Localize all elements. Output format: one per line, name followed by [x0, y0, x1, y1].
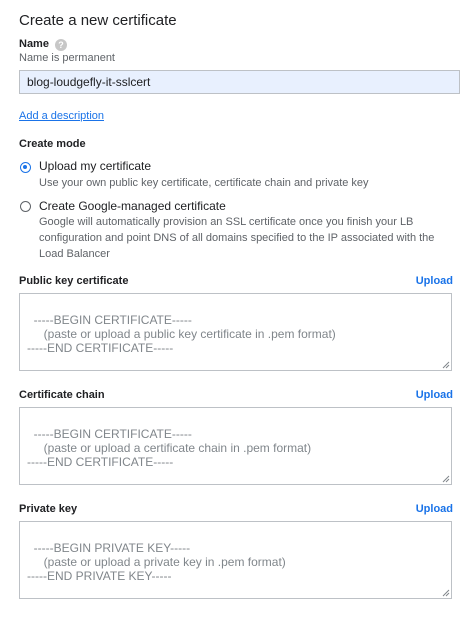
radio-google-managed-description: Google will automatically provision an S…	[39, 216, 435, 260]
add-description-link[interactable]: Add a description	[19, 110, 104, 122]
certificate-chain-textarea[interactable]: -----BEGIN CERTIFICATE----- (paste or up…	[19, 407, 452, 485]
radio-upload-certificate[interactable]	[20, 162, 31, 173]
name-input[interactable]	[19, 70, 460, 94]
private-key-placeholder: -----BEGIN PRIVATE KEY----- (paste or up…	[27, 541, 286, 583]
public-key-upload-button[interactable]: Upload	[416, 275, 453, 287]
private-key-textarea[interactable]: -----BEGIN PRIVATE KEY----- (paste or up…	[19, 521, 452, 599]
private-key-label: Private key	[19, 503, 78, 515]
page-title: Create a new certificate	[19, 12, 177, 29]
create-mode-label: Create mode	[19, 138, 86, 150]
resize-handle-icon[interactable]	[442, 361, 450, 369]
name-hint: Name is permanent	[19, 52, 115, 64]
certificate-chain-placeholder: -----BEGIN CERTIFICATE----- (paste or up…	[27, 427, 312, 469]
private-key-upload-button[interactable]: Upload	[416, 503, 453, 515]
resize-handle-icon[interactable]	[442, 589, 450, 597]
certificate-chain-upload-button[interactable]: Upload	[416, 389, 453, 401]
public-key-label: Public key certificate	[19, 275, 129, 287]
radio-upload-label[interactable]: Upload my certificate	[39, 159, 151, 173]
certificate-chain-label: Certificate chain	[19, 389, 105, 401]
public-key-textarea[interactable]: -----BEGIN CERTIFICATE----- (paste or up…	[19, 293, 452, 371]
public-key-placeholder: -----BEGIN CERTIFICATE----- (paste or up…	[27, 313, 336, 355]
radio-upload-description: Use your own public key certificate, cer…	[39, 177, 369, 189]
name-label-row: Name?	[19, 38, 67, 51]
radio-google-managed[interactable]	[20, 201, 31, 212]
help-icon[interactable]: ?	[54, 39, 67, 51]
resize-handle-icon[interactable]	[442, 475, 450, 483]
radio-google-managed-label[interactable]: Create Google-managed certificate	[39, 199, 226, 213]
name-label: Name	[19, 38, 49, 50]
